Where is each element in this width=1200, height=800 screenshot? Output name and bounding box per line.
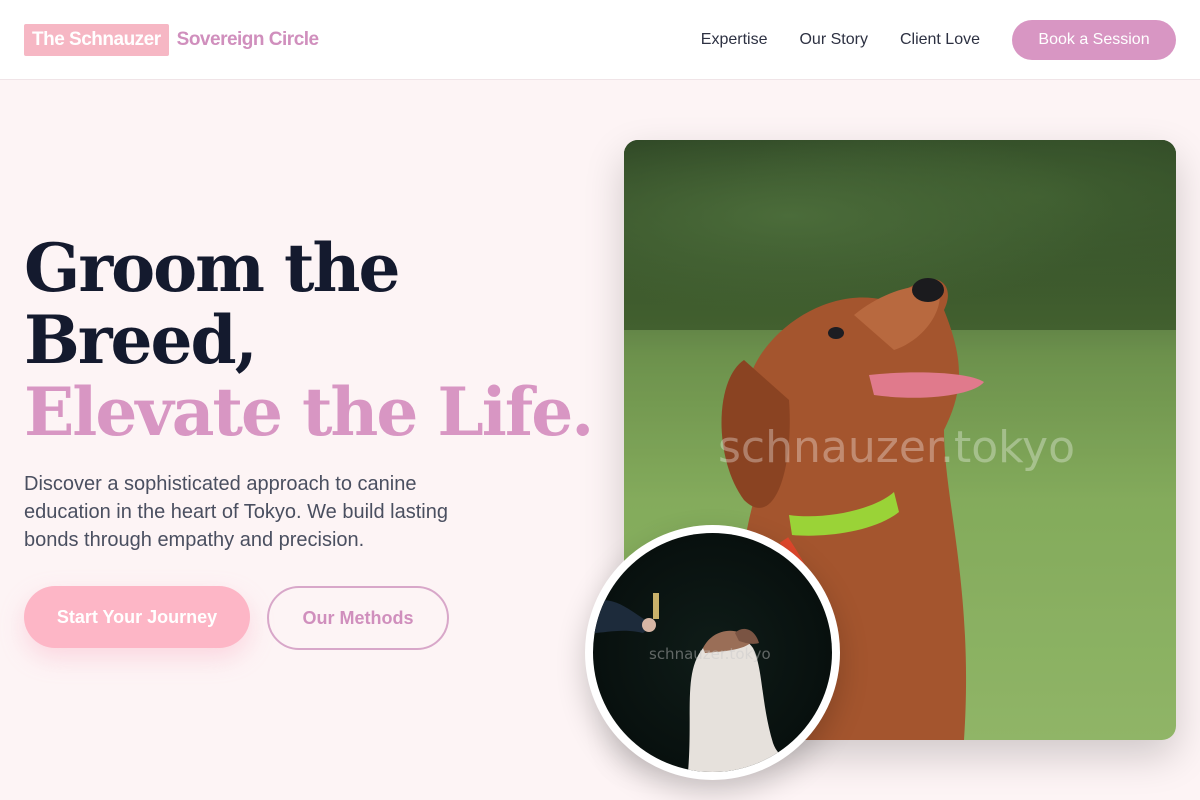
start-journey-button[interactable]: Start Your Journey [24,586,250,648]
nav-link-client-love[interactable]: Client Love [900,31,980,49]
inset-photo-watermark: schnauzer.tokyo [649,645,771,663]
brand-highlight: The Schnauzer [24,23,169,56]
inset-photo-frame: schnauzer.tokyo [585,525,840,780]
hero-title-line2: Breed, [24,301,258,379]
site-header: The Schnauzer Sovereign Circle Expertise… [0,0,1200,80]
nav-link-our-story[interactable]: Our Story [799,31,867,49]
main-nav: Expertise Our Story Client Love Book a S… [669,19,1176,60]
book-session-button[interactable]: Book a Session [1012,19,1176,60]
brand-name: Sovereign Circle [176,28,319,50]
our-methods-button[interactable]: Our Methods [267,586,449,650]
hero-title-line1: Groom the [24,229,400,307]
main-photo-watermark: schnauzer.tokyo [718,422,1075,473]
inset-dog-photo: schnauzer.tokyo [593,533,832,772]
hero-title-accent: Elevate the Life. [24,373,594,451]
nav-link-expertise[interactable]: Expertise [701,31,768,49]
hero-title: Groom the Breed, Elevate the Life. [24,232,604,448]
hero-description: Discover a sophisticated approach to can… [24,473,448,551]
brand-logo[interactable]: The Schnauzer Sovereign Circle [24,23,319,56]
